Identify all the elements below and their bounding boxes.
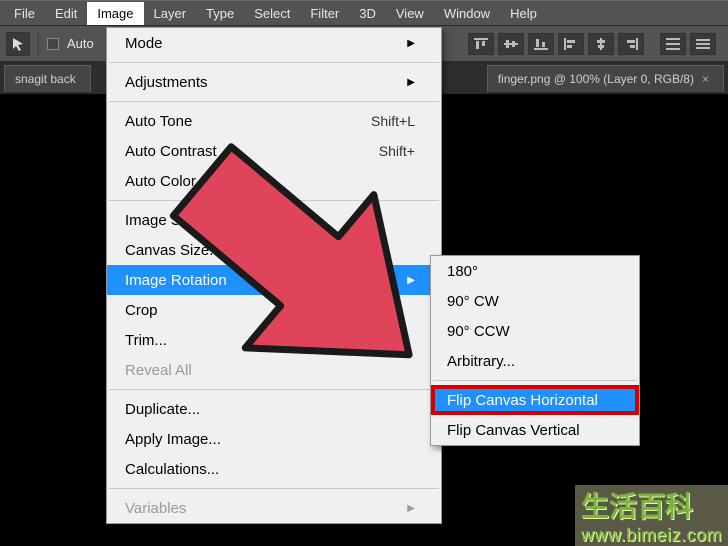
submenu-item-flip-horizontal[interactable]: Flip Canvas Horizontal bbox=[431, 385, 639, 415]
menu-item-label: Apply Image... bbox=[125, 431, 221, 448]
separator bbox=[109, 62, 439, 63]
auto-select-checkbox[interactable] bbox=[47, 38, 59, 50]
shortcut-label: Shift+L bbox=[371, 113, 415, 129]
menu-item-label: Variables bbox=[125, 500, 186, 517]
watermark-title: 生活百科 bbox=[575, 485, 728, 525]
menu-item-label: Adjustments bbox=[125, 74, 208, 91]
menu-item-trim[interactable]: Trim... bbox=[107, 325, 441, 355]
submenu-item-label: Flip Canvas Vertical bbox=[447, 422, 580, 439]
menu-item-label: Canvas Size... bbox=[125, 242, 222, 259]
menu-item-canvas-size[interactable]: Canvas Size... bbox=[107, 235, 441, 265]
submenu-arrow-icon: ▶ bbox=[407, 38, 415, 49]
submenu-item-label: Flip Canvas Horizontal bbox=[447, 392, 598, 409]
menu-item-adjustments[interactable]: Adjustments ▶ bbox=[107, 67, 441, 97]
submenu-item-flip-vertical[interactable]: Flip Canvas Vertical bbox=[431, 415, 639, 445]
image-rotation-submenu: 180° 90° CW 90° CCW Arbitrary... Flip Ca… bbox=[430, 255, 640, 446]
align-right-icon[interactable] bbox=[618, 33, 644, 55]
submenu-arrow-icon: ▶ bbox=[407, 275, 415, 286]
menu-item-auto-color[interactable]: Auto Color bbox=[107, 166, 441, 196]
submenu-item-180[interactable]: 180° bbox=[431, 256, 639, 286]
align-icons bbox=[468, 33, 716, 55]
menu-item-label: Auto Tone bbox=[125, 113, 192, 130]
submenu-item-label: 180° bbox=[447, 263, 478, 280]
menu-file[interactable]: File bbox=[4, 2, 45, 25]
submenu-item-label: 90° CCW bbox=[447, 323, 510, 340]
menu-item-label: Trim... bbox=[125, 332, 167, 349]
menu-item-label: Mode bbox=[125, 35, 163, 52]
menu-item-label: Calculations... bbox=[125, 461, 219, 478]
submenu-item-label: 90° CW bbox=[447, 293, 499, 310]
submenu-item-90cw[interactable]: 90° CW bbox=[431, 286, 639, 316]
image-menu-dropdown: Mode ▶ Adjustments ▶ Auto Tone Shift+L A… bbox=[106, 27, 442, 524]
menu-item-image-size[interactable]: Image Size... bbox=[107, 205, 441, 235]
menu-edit[interactable]: Edit bbox=[45, 2, 87, 25]
menu-item-image-rotation[interactable]: Image Rotation ▶ bbox=[107, 265, 441, 295]
menu-item-apply-image[interactable]: Apply Image... bbox=[107, 424, 441, 454]
auto-select-label: Auto bbox=[67, 36, 94, 51]
align-bottom-icon[interactable] bbox=[528, 33, 554, 55]
align-left-icon[interactable] bbox=[558, 33, 584, 55]
menu-filter[interactable]: Filter bbox=[300, 2, 349, 25]
menu-select[interactable]: Select bbox=[244, 2, 300, 25]
tab-document-2[interactable]: finger.png @ 100% (Layer 0, RGB/8) × bbox=[487, 65, 724, 92]
separator bbox=[433, 380, 637, 381]
submenu-item-arbitrary[interactable]: Arbitrary... bbox=[431, 346, 639, 376]
spacer bbox=[648, 33, 656, 55]
tab-label: snagit back bbox=[15, 72, 76, 86]
separator bbox=[109, 101, 439, 102]
align-vcenter-icon[interactable] bbox=[498, 33, 524, 55]
menu-item-auto-contrast[interactable]: Auto Contrast Shift+ bbox=[107, 136, 441, 166]
menu-item-label: Auto Contrast bbox=[125, 143, 217, 160]
separator bbox=[109, 389, 439, 390]
divider bbox=[38, 32, 39, 56]
watermark-url: www.bimeiz.com bbox=[575, 525, 728, 546]
distribute-top-icon[interactable] bbox=[660, 33, 686, 55]
menu-item-duplicate[interactable]: Duplicate... bbox=[107, 394, 441, 424]
menu-3d[interactable]: 3D bbox=[349, 2, 386, 25]
menu-item-crop[interactable]: Crop bbox=[107, 295, 441, 325]
submenu-arrow-icon: ▶ bbox=[407, 503, 415, 514]
menu-item-label: Duplicate... bbox=[125, 401, 200, 418]
submenu-item-label: Arbitrary... bbox=[447, 353, 515, 370]
menu-item-reveal-all: Reveal All bbox=[107, 355, 441, 385]
menu-layer[interactable]: Layer bbox=[144, 2, 197, 25]
align-top-icon[interactable] bbox=[468, 33, 494, 55]
menubar: File Edit Image Layer Type Select Filter… bbox=[0, 0, 728, 26]
menu-item-label: Reveal All bbox=[125, 362, 192, 379]
menu-item-label: Image Size... bbox=[125, 212, 213, 229]
menu-item-auto-tone[interactable]: Auto Tone Shift+L bbox=[107, 106, 441, 136]
menu-item-label: Auto Color bbox=[125, 173, 196, 190]
close-icon[interactable]: × bbox=[702, 72, 709, 86]
menu-type[interactable]: Type bbox=[196, 2, 244, 25]
separator bbox=[109, 200, 439, 201]
menu-item-label: Image Rotation bbox=[125, 272, 227, 289]
menu-item-mode[interactable]: Mode ▶ bbox=[107, 28, 441, 58]
watermark: 生活百科 www.bimeiz.com bbox=[575, 485, 728, 546]
separator bbox=[109, 488, 439, 489]
menu-image[interactable]: Image bbox=[87, 2, 143, 25]
distribute-vcenter-icon[interactable] bbox=[690, 33, 716, 55]
move-tool-icon[interactable] bbox=[6, 32, 30, 56]
submenu-arrow-icon: ▶ bbox=[407, 77, 415, 88]
align-hcenter-icon[interactable] bbox=[588, 33, 614, 55]
tab-label: finger.png @ 100% (Layer 0, RGB/8) bbox=[498, 72, 694, 86]
menu-item-label: Crop bbox=[125, 302, 158, 319]
menu-view[interactable]: View bbox=[386, 2, 434, 25]
shortcut-label: Shift+ bbox=[379, 143, 415, 159]
menu-item-variables: Variables ▶ bbox=[107, 493, 441, 523]
tab-document-1[interactable]: snagit back bbox=[4, 65, 91, 92]
submenu-item-90ccw[interactable]: 90° CCW bbox=[431, 316, 639, 346]
menu-window[interactable]: Window bbox=[434, 2, 500, 25]
menu-item-calculations[interactable]: Calculations... bbox=[107, 454, 441, 484]
menu-help[interactable]: Help bbox=[500, 2, 547, 25]
